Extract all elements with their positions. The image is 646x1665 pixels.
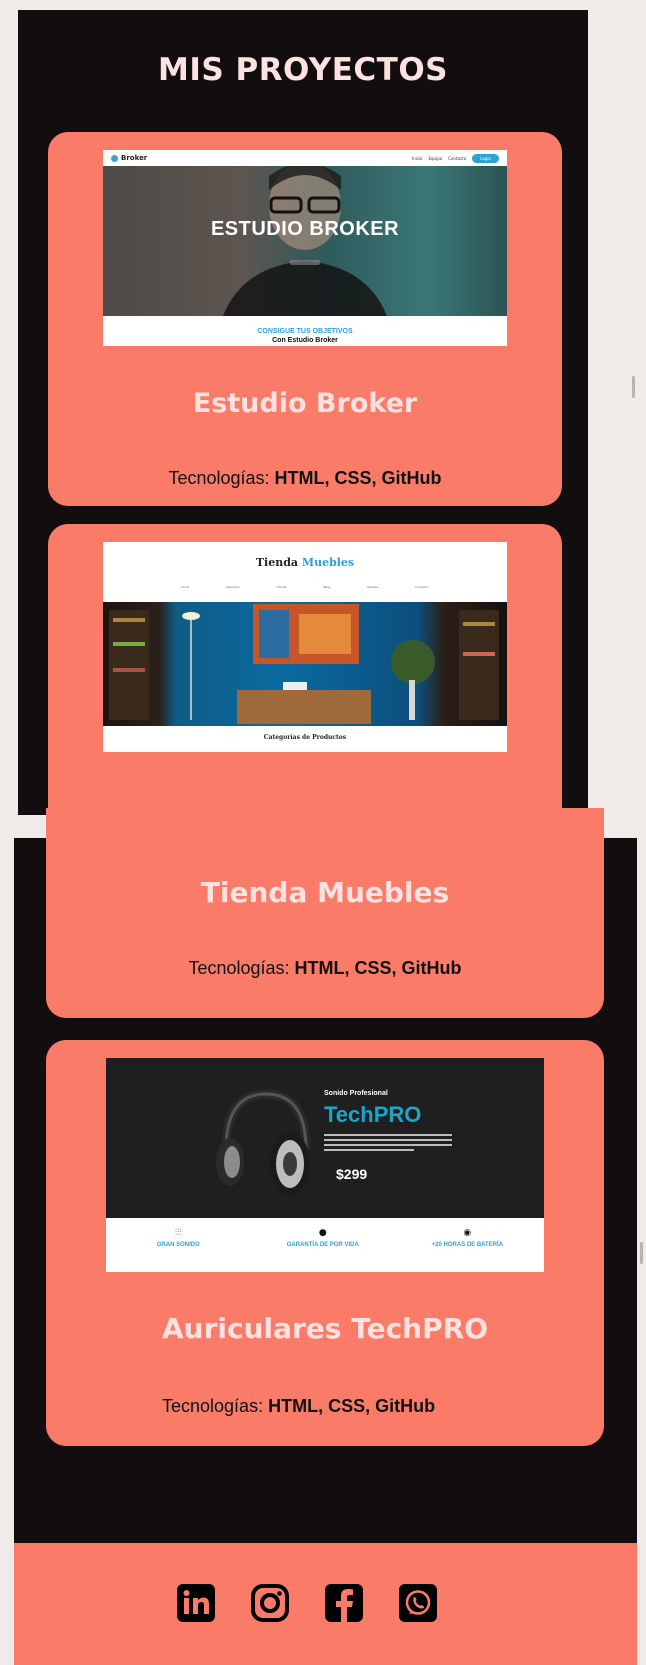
preview-tagline-area: CONSIGUE TUS OBJETIVOS Con Estudio Broke… (103, 316, 507, 346)
footer (14, 1543, 637, 1665)
preview-nav-item: Inicio (411, 155, 423, 161)
tech-list: HTML, CSS, GitHub (268, 1396, 436, 1416)
preview-header: Tienda Muebles Inicio Nosotros Tienda Bl… (103, 542, 507, 602)
tech-prefix: Tecnologías: (168, 468, 270, 488)
projects-panel-top: MIS PROYECTOS Broker Inicio Equipo Conta… (18, 10, 588, 844)
preview-room-image (103, 602, 507, 726)
preview-hero: Sonido Profesional TechPRO $299 (106, 1058, 544, 1218)
preview-nav-item: Nosotros (226, 585, 240, 589)
project-card-auriculares-techpro[interactable]: Sonido Profesional TechPRO $299 ⫶⫶⫶ GRAN… (46, 1040, 604, 1446)
equalizer-icon: ⫶⫶⫶ (174, 1228, 182, 1238)
preview-hero-button (290, 260, 320, 265)
project-technologies: Tecnologías: HTML, CSS, GitHub (46, 958, 604, 979)
preview-price: $299 (336, 1166, 368, 1182)
project-preview-tienda-muebles[interactable]: Tienda Muebles Inicio Nosotros Tienda Bl… (103, 542, 507, 752)
preview-nav-item: Contacto (414, 585, 429, 589)
facebook-icon[interactable] (324, 1583, 364, 1623)
scrollbar-handle[interactable] (640, 1242, 643, 1264)
project-technologies: Tecnologías: HTML, CSS, GitHub (48, 468, 562, 489)
tech-prefix: Tecnologías: (188, 958, 290, 978)
preview-nav-item: Equipo (428, 155, 443, 161)
screenshot-bottom: Tienda Muebles Tecnologías: HTML, CSS, G… (0, 808, 646, 1665)
preview-nav-item: Ofertas (366, 585, 379, 589)
room-illustration (109, 604, 499, 724)
preview-tagline: CONSIGUE TUS OBJETIVOS (257, 328, 353, 335)
projects-panel-bottom: Tienda Muebles Tecnologías: HTML, CSS, G… (14, 808, 637, 1543)
project-title: Estudio Broker (192, 388, 418, 419)
tech-prefix: Tecnologías: (162, 1396, 264, 1416)
project-card-tienda-muebles[interactable]: Tienda Muebles Tecnologías: HTML, CSS, G… (46, 808, 604, 1018)
feature-battery: ◉ +20 HORAS DE BATERÍA (395, 1218, 540, 1248)
preview-nav: Inicio Nosotros Tienda Blog Ofertas Cont… (103, 585, 507, 589)
project-card-estudio-broker[interactable]: Broker Inicio Equipo Contacto Login ESTU… (48, 132, 562, 506)
project-technologies: Tecnologías: HTML, CSS, GitHub (46, 1396, 604, 1417)
feature-warranty: ● GARANTÍA DE POR VIDA (251, 1218, 396, 1248)
preview-kicker: Sonido Profesional (324, 1090, 388, 1097)
preview-login-button: Login (472, 153, 499, 163)
preview-section-title: Categorías de Productos (263, 734, 347, 741)
preview-subtagline: Con Estudio Broker (272, 337, 338, 344)
preview-brand: TechPRO (324, 1102, 422, 1127)
feature-sound: ⫶⫶⫶ GRAN SONIDO (106, 1218, 251, 1248)
project-title: Auriculares TechPRO (161, 1312, 489, 1345)
preview-features: ⫶⫶⫶ GRAN SONIDO ● GARANTÍA DE POR VIDA ◉… (106, 1218, 544, 1272)
preview-nav-item: Blog (323, 585, 331, 589)
preview-hero: ESTUDIO BROKER (103, 166, 507, 316)
broker-logo-icon (111, 154, 118, 162)
project-title: Tienda Muebles (200, 876, 450, 909)
preview-brand: Broker (121, 154, 148, 162)
instagram-icon[interactable] (250, 1583, 290, 1623)
clock-icon: ◉ (463, 1228, 472, 1238)
whatsapp-icon[interactable] (398, 1583, 438, 1623)
preview-hero-title: ESTUDIO BROKER (210, 218, 400, 240)
project-preview-techpro[interactable]: Sonido Profesional TechPRO $299 ⫶⫶⫶ GRAN… (106, 1058, 544, 1272)
preview-nav-item: Inicio (181, 585, 190, 589)
preview-categories: Categorías de Productos (103, 726, 507, 752)
preview-nav-item: Contacto (448, 155, 467, 161)
project-preview-estudio-broker[interactable]: Broker Inicio Equipo Contacto Login ESTU… (103, 150, 507, 346)
scrollbar-handle[interactable] (632, 376, 635, 398)
preview-nav: Broker Inicio Equipo Contacto Login (103, 150, 507, 166)
linkedin-icon[interactable] (176, 1583, 216, 1623)
tech-list: HTML, CSS, GitHub (274, 468, 442, 488)
check-circle-icon: ● (318, 1228, 327, 1238)
portrait-illustration (223, 166, 387, 316)
screenshot-top: MIS PROYECTOS Broker Inicio Equipo Conta… (0, 0, 646, 844)
preview-description (324, 1134, 452, 1151)
tech-list: HTML, CSS, GitHub (294, 958, 462, 978)
preview-brand: Tienda Muebles (255, 556, 355, 569)
project-card-tienda-muebles-top[interactable]: Tienda Muebles Inicio Nosotros Tienda Bl… (48, 524, 562, 844)
preview-nav-item: Tienda (276, 585, 287, 589)
section-title: MIS PROYECTOS (157, 52, 449, 88)
